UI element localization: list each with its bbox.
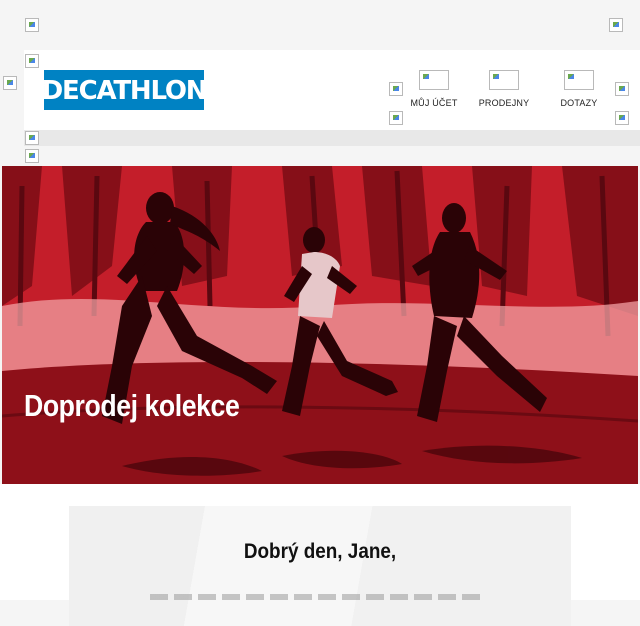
broken-image-icon xyxy=(609,18,623,32)
nav-stores[interactable]: PRODEJNY xyxy=(469,70,539,108)
account-icon xyxy=(419,70,449,90)
decathlon-logo[interactable]: DECATHLON xyxy=(42,70,208,110)
broken-image-icon xyxy=(25,54,39,68)
nav-label: DOTAZY xyxy=(560,98,598,108)
nav-label: PRODEJNY xyxy=(478,98,530,108)
nav-my-account[interactable]: MŮJ ÚČET xyxy=(399,70,469,108)
broken-image-icon xyxy=(25,149,39,163)
email-content: Dobrý den, Jane, xyxy=(0,484,640,626)
greeting-card xyxy=(69,506,571,626)
broken-image-icon xyxy=(3,76,17,90)
broken-image-icon xyxy=(25,131,39,145)
header-divider xyxy=(24,130,640,146)
nav-label: MŮJ ÚČET xyxy=(410,98,458,108)
runners-illustration xyxy=(2,166,638,484)
broken-image-icon xyxy=(615,82,629,96)
nav-questions[interactable]: DOTAZY xyxy=(544,70,614,108)
hero-banner[interactable]: Doprodej kolekce xyxy=(2,166,638,484)
hero-title: Doprodej kolekce xyxy=(24,388,240,423)
help-icon xyxy=(564,70,594,90)
greeting-heading: Dobrý den, Jane, xyxy=(243,540,397,563)
body-text-line xyxy=(150,594,480,600)
broken-image-icon xyxy=(25,18,39,32)
store-icon xyxy=(489,70,519,90)
broken-image-icon xyxy=(389,111,403,125)
broken-image-icon xyxy=(615,111,629,125)
